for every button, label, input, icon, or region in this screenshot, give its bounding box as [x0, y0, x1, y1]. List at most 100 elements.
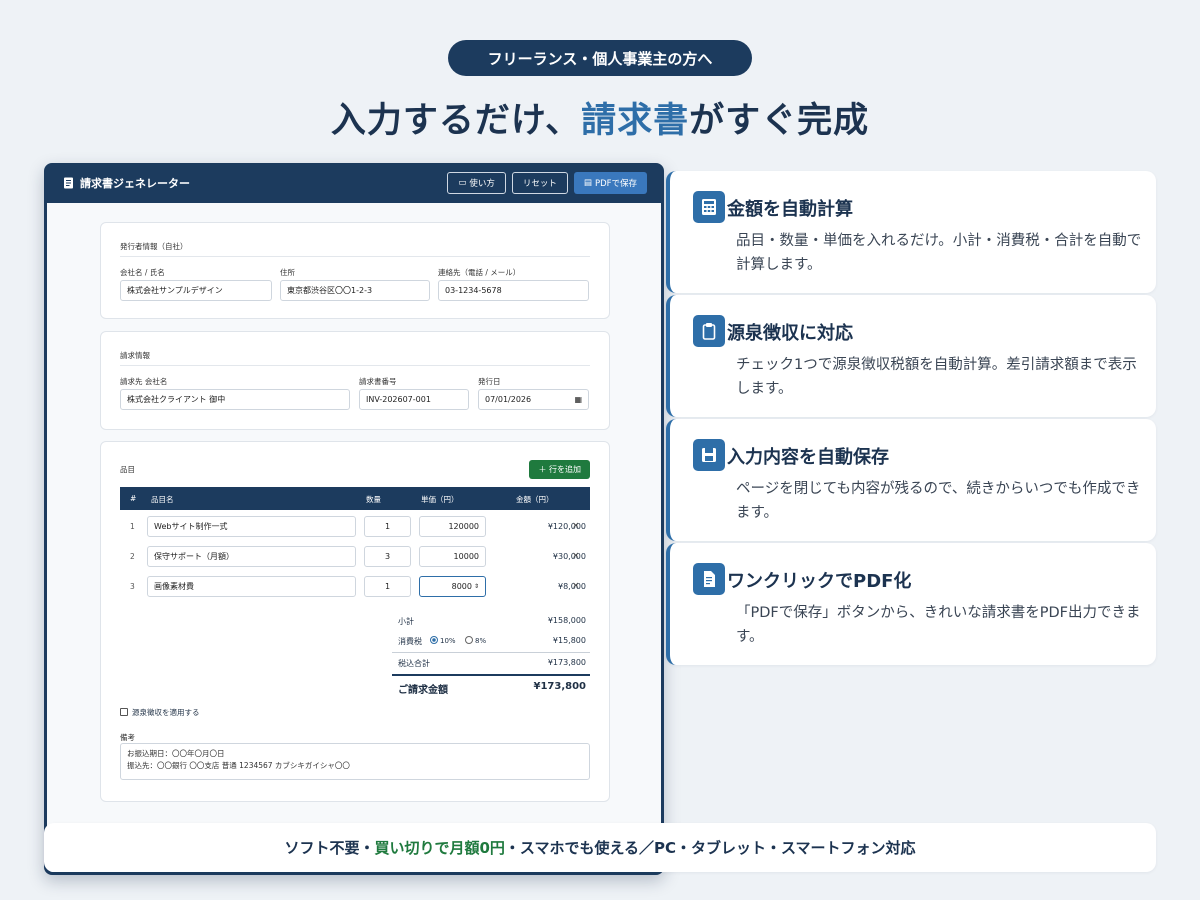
client-input[interactable]: 株式会社クライアント 御中	[120, 389, 350, 410]
col-qty: 数量	[366, 495, 381, 504]
calendar-icon[interactable]: ▦	[574, 395, 582, 404]
item-price-input[interactable]: 10000	[419, 546, 486, 567]
tax-label: 消費税	[398, 637, 422, 646]
reset-label: リセット	[522, 179, 557, 189]
tax-row: 消費税 10% 8% ¥15,800	[392, 636, 590, 652]
document-icon	[64, 177, 73, 189]
checkbox-icon	[120, 708, 128, 716]
save-pdf-label: PDFで保存	[594, 179, 637, 189]
headline-highlight: 請求書	[581, 101, 690, 141]
item-qty-input[interactable]: 3	[364, 546, 411, 567]
withholding-checkbox[interactable]: 源泉徴収を適用する	[120, 707, 200, 718]
company-input[interactable]: 株式会社サンプルデザイン	[120, 280, 272, 301]
notes-textarea[interactable]: お振込期日：〇〇年〇月〇日 振込先：〇〇銀行 〇〇支店 普通 1234567 カ…	[120, 743, 590, 780]
tax-10-label: 10%	[440, 637, 456, 645]
app-title: 請求書ジェネレーター	[63, 175, 190, 191]
subtotal-value: ¥158,000	[547, 616, 586, 625]
feature-desc: ページを閉じても内容が残るので、続きからいつでも作成できます。	[736, 481, 1141, 521]
col-no: #	[130, 494, 137, 503]
subtotal-label: 小計	[398, 617, 414, 626]
item-price-value: 8000	[451, 582, 472, 591]
usage-button[interactable]: ▭ 使い方	[447, 172, 506, 194]
reset-button[interactable]: リセット	[511, 172, 568, 194]
company-label: 会社名 / 氏名	[120, 268, 165, 277]
date-label: 発行日	[478, 377, 501, 386]
divider	[120, 365, 590, 366]
date-input[interactable]: 07/01/2026 ▦	[478, 389, 589, 410]
item-price-input[interactable]: 8000 ⇕	[419, 576, 486, 597]
col-amount: 金額（円）	[516, 495, 554, 504]
divider	[392, 652, 590, 653]
item-qty-input[interactable]: 1	[364, 516, 411, 537]
subtotal-row: 小計 ¥158,000	[392, 616, 590, 632]
notes-label: 備考	[120, 733, 135, 742]
invoice-no-label: 請求書番号	[359, 377, 397, 386]
item-name-input[interactable]: 保守サポート（月額）	[147, 546, 356, 567]
row-number: 2	[130, 552, 135, 561]
item-name-input[interactable]: 画像素材費	[147, 576, 356, 597]
tax-8-label: 8%	[475, 637, 487, 645]
usage-label: 使い方	[469, 179, 495, 189]
feature-title: ワンクリックでPDF化	[727, 571, 912, 592]
date-value: 07/01/2026	[485, 395, 532, 404]
contact-input[interactable]: 03-1234-5678	[438, 280, 589, 301]
item-name-input[interactable]: Webサイト制作一式	[147, 516, 356, 537]
withholding-label: 源泉徴収を適用する	[132, 708, 200, 717]
notes-line: お振込期日：〇〇年〇月〇日	[127, 749, 225, 758]
floppy-disk-icon	[693, 439, 725, 471]
pdf-icon: ▤	[583, 178, 592, 188]
item-price-input[interactable]: 120000	[419, 516, 486, 537]
tax-rate-10[interactable]: 10%	[430, 636, 456, 645]
feature-title: 金額を自動計算	[727, 199, 853, 220]
total-row: 税込合計 ¥173,800	[392, 658, 590, 674]
notes-line: 振込先：〇〇銀行 〇〇支店 普通 1234567 カブシキガイシャ〇〇	[127, 761, 350, 770]
invoice-app-window: 請求書ジェネレーター ▭ 使い方 リセット ▤ PDFで保存 発行者情報（自社） 会…	[44, 163, 664, 875]
delete-row-icon[interactable]: ×	[572, 521, 580, 531]
feature-desc: 品目・数量・単価を入れるだけ。小計・消費税・合計を自動で計算します。	[736, 233, 1142, 273]
items-table-header: # 品目名 数量 単価（円） 金額（円）	[120, 487, 590, 510]
total-value: ¥173,800	[547, 658, 586, 667]
divider	[120, 256, 590, 257]
table-row: 3 画像素材費 1 8000 ⇕ ¥8,000 ×	[120, 572, 590, 602]
divider	[392, 674, 590, 676]
col-price: 単価（円）	[421, 495, 459, 504]
feature-title: 源泉徴収に対応	[727, 323, 853, 344]
save-pdf-button[interactable]: ▤ PDFで保存	[573, 172, 647, 194]
feature-title: 入力内容を自動保存	[727, 447, 889, 468]
item-qty-input[interactable]: 1	[364, 576, 411, 597]
feature-card-withholding: 源泉徴収に対応 チェック1つで源泉徴収税額を自動計算。差引請求額まで表示します。	[666, 295, 1156, 417]
feature-desc: 「PDFで保存」ボタンから、きれいな請求書をPDF出力できます。	[736, 605, 1141, 645]
app-title-text: 請求書ジェネレーター	[80, 177, 190, 190]
target-audience-pill: フリーランス・個人事業主の方へ	[448, 40, 752, 76]
grand-total-value: ¥173,800	[533, 681, 586, 692]
add-row-button[interactable]: ＋ 行を追加	[529, 460, 590, 479]
billing-section-title: 請求情報	[120, 351, 150, 360]
tax-value: ¥15,800	[552, 636, 586, 645]
book-icon: ▭	[458, 178, 467, 188]
col-name: 品目名	[151, 495, 174, 504]
feature-desc: チェック1つで源泉徴収税額を自動計算。差引請求額まで表示します。	[736, 357, 1137, 397]
delete-row-icon[interactable]: ×	[572, 581, 580, 591]
contact-label: 連絡先（電話 / メール）	[438, 268, 521, 277]
issuer-section-title: 発行者情報（自社）	[120, 242, 188, 251]
grand-total-row: ご請求金額 ¥173,800	[392, 681, 590, 701]
radio-icon	[465, 636, 473, 644]
spinner-icon[interactable]: ⇕	[474, 583, 479, 590]
table-row: 2 保守サポート（月額） 3 10000 ¥30,000 ×	[120, 542, 590, 572]
bottom-banner-pre: ソフト不要・	[284, 839, 375, 857]
radio-selected-icon	[430, 636, 438, 644]
address-input[interactable]: 東京都渋谷区〇〇1-2-3	[280, 280, 430, 301]
headline: 入力するだけ、請求書がすぐ完成	[0, 92, 1200, 143]
bottom-banner-highlight: 買い切りで月額0円	[374, 839, 505, 857]
feature-card-autosave: 入力内容を自動保存 ページを閉じても内容が残るので、続きからいつでも作成できます…	[666, 419, 1156, 541]
row-number: 1	[130, 522, 135, 531]
items-section-title: 品目	[120, 465, 135, 474]
tax-rate-8[interactable]: 8%	[465, 636, 486, 645]
invoice-no-input[interactable]: INV-202607-001	[359, 389, 469, 410]
headline-pre: 入力するだけ、	[330, 101, 582, 141]
clipboard-icon	[693, 315, 725, 347]
total-label: 税込合計	[398, 659, 430, 668]
delete-row-icon[interactable]: ×	[572, 551, 580, 561]
app-body: 発行者情報（自社） 会社名 / 氏名 株式会社サンプルデザイン 住所 東京都渋谷…	[47, 203, 661, 872]
billing-card: 請求情報 請求先 会社名 株式会社クライアント 御中 請求書番号 INV-202…	[100, 331, 610, 430]
